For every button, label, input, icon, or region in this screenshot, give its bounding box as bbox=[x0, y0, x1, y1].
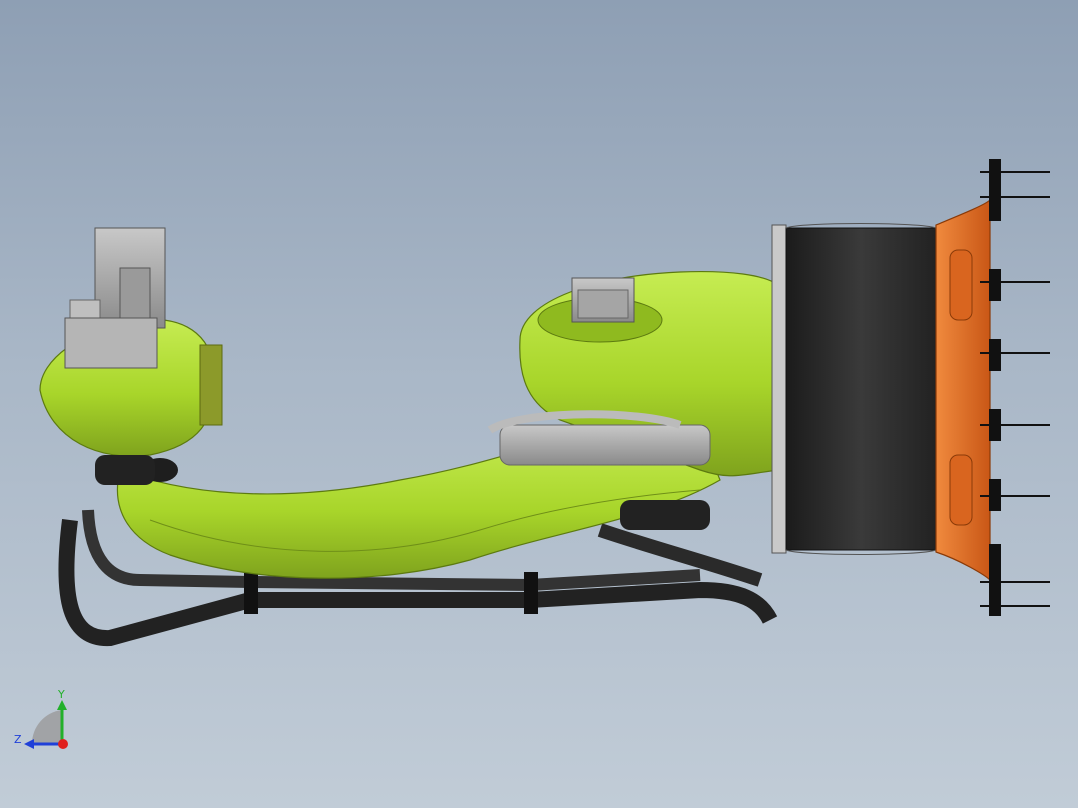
mounting-flange[interactable] bbox=[935, 198, 991, 582]
motor-unit-wrist bbox=[64, 227, 166, 369]
reducer-housing[interactable] bbox=[771, 223, 937, 555]
hose-clamp-1 bbox=[244, 572, 258, 614]
y-axis-label: Y bbox=[57, 688, 65, 701]
hose-clamp-2 bbox=[524, 572, 538, 614]
z-axis-label: Z bbox=[14, 733, 22, 746]
robot-arm-model[interactable] bbox=[0, 0, 1078, 808]
x-axis-dot bbox=[58, 739, 68, 749]
view-orientation-triad: Y Z bbox=[14, 688, 68, 749]
graphics-viewport[interactable]: Y Z bbox=[0, 0, 1078, 808]
motor-unit-upper bbox=[571, 277, 635, 323]
